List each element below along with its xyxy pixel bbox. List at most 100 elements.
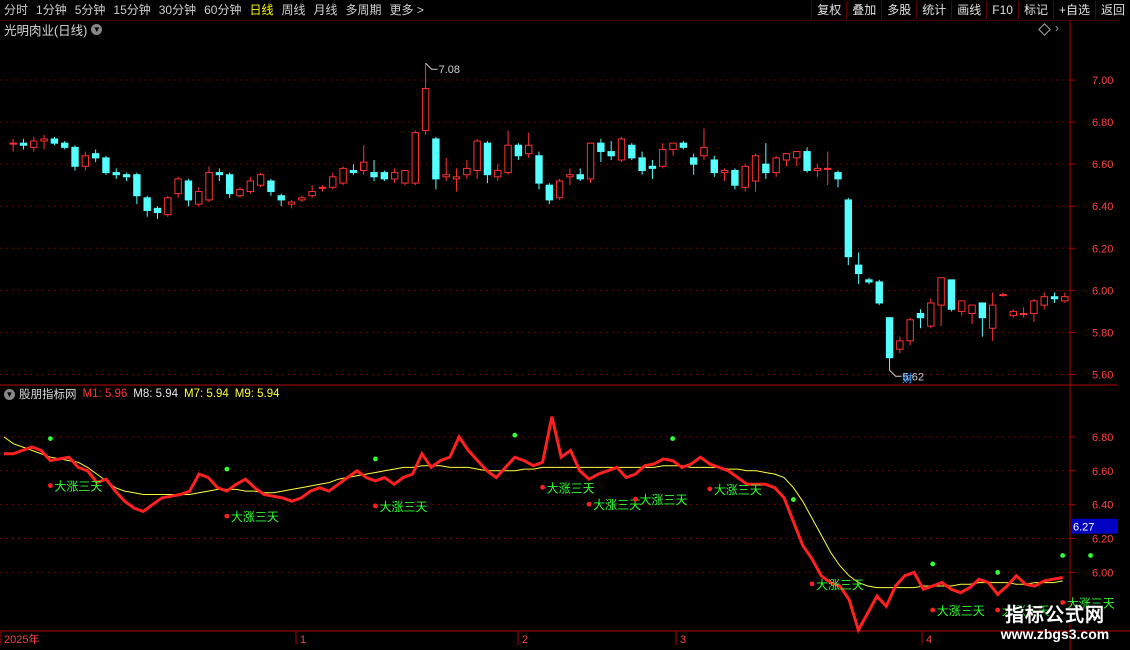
- candle-body: [421, 87, 430, 132]
- candle-body: [824, 167, 832, 170]
- chevron-right-icon[interactable]: ›: [1055, 21, 1059, 35]
- candle-body: [1030, 300, 1038, 314]
- candle-body: [277, 195, 285, 201]
- low-pointer: [889, 369, 902, 377]
- green-dot: [373, 456, 378, 462]
- indicator-bar: ▼ 股朋指标网 M1: 5.96 M8: 5.94 M7: 5.94 M9: 5…: [4, 386, 286, 402]
- candle-body: [617, 138, 626, 161]
- candle-body: [256, 174, 265, 186]
- m8-line: [3, 436, 1063, 589]
- signal-dot: [930, 607, 936, 613]
- candle-body: [195, 191, 203, 205]
- candle-body: [576, 174, 584, 180]
- candle-body: [504, 144, 512, 174]
- indicator-m9: M9: 5.94: [234, 388, 280, 400]
- candle-body: [958, 300, 966, 312]
- signal-label: 大涨三天: [54, 479, 102, 494]
- candle-body: [803, 151, 811, 171]
- x-tick-label: 2025年: [4, 632, 39, 646]
- current-value-label: 6.27: [1073, 522, 1094, 534]
- signal-dot: [633, 496, 638, 502]
- candle-body: [813, 167, 822, 171]
- candle-body: [494, 169, 502, 178]
- x-tick-label: 4: [926, 634, 932, 646]
- signal-label: 大涨三天: [231, 509, 279, 524]
- indicator-m7: M7: 5.94: [184, 388, 229, 400]
- y-tick-label: 5.80: [1092, 327, 1113, 339]
- candle-body: [844, 199, 853, 258]
- candle-body: [174, 178, 182, 195]
- chart-canvas[interactable]: 7.006.806.606.406.206.005.805.607.085.62…: [0, 0, 1130, 650]
- candle-body: [524, 144, 533, 155]
- candle-body: [689, 157, 698, 165]
- chevron-down-icon[interactable]: ▼: [4, 388, 15, 400]
- candle-body: [164, 197, 172, 216]
- stock-title-bar: 光明肉业(日线) ▼: [4, 21, 103, 38]
- candle-body: [473, 140, 481, 171]
- green-dot: [224, 466, 230, 472]
- candle-body: [61, 142, 69, 148]
- green-dot: [1060, 553, 1066, 558]
- candle-body: [659, 148, 667, 167]
- candle-body: [566, 174, 574, 178]
- candle-body: [401, 169, 409, 184]
- candle-body: [71, 146, 79, 167]
- candle-body: [545, 184, 554, 201]
- y-tick-label: 6.80: [1092, 117, 1113, 129]
- candle-body: [927, 302, 935, 327]
- signal-label: 大涨三天: [547, 480, 595, 495]
- candle-body: [875, 281, 883, 304]
- signal-dot: [707, 486, 713, 492]
- signal-label: 大涨三天: [816, 577, 864, 592]
- candle-body: [298, 197, 306, 201]
- candle-body: [1009, 310, 1017, 317]
- indicator-m1: M1: 5.96: [82, 388, 128, 400]
- y-tick-label: 6.40: [1092, 201, 1113, 213]
- y-tick-label: 6.40: [1092, 500, 1113, 512]
- candle-body: [143, 197, 151, 211]
- candle-body: [514, 144, 523, 157]
- candle-body: [380, 172, 389, 180]
- candle-body: [628, 144, 636, 159]
- candle-body: [1061, 296, 1069, 302]
- candle-body: [442, 174, 450, 178]
- candle-body: [40, 138, 48, 142]
- candle-body: [947, 279, 956, 310]
- candle-body: [772, 157, 780, 174]
- candle-body: [432, 138, 440, 180]
- signal-dot: [586, 501, 592, 507]
- candle-body: [700, 146, 708, 157]
- candle-body: [225, 174, 234, 195]
- candle-body: [885, 317, 894, 359]
- candle-body: [308, 191, 316, 197]
- candle-body: [999, 294, 1007, 297]
- candle-body: [1050, 296, 1059, 300]
- high-pointer: [425, 62, 438, 70]
- candle-body: [720, 169, 729, 174]
- watermark-url: www.zbgs3.com: [1000, 626, 1110, 642]
- high-label: 7.08: [439, 64, 460, 76]
- candle-body: [318, 186, 327, 189]
- candle-body: [112, 172, 120, 176]
- candle-body: [762, 163, 770, 174]
- candle-body: [793, 151, 801, 159]
- candle-body: [731, 169, 739, 186]
- signal-label: 大涨三天: [937, 603, 985, 618]
- candle-body: [153, 207, 162, 214]
- candle-body: [215, 172, 224, 176]
- signal-dot: [48, 483, 53, 488]
- chevron-down-icon[interactable]: ▼: [91, 23, 103, 35]
- green-dot: [670, 436, 676, 441]
- candle-body: [452, 176, 461, 180]
- candle-body: [1019, 312, 1028, 315]
- signal-dot: [373, 503, 378, 509]
- candle-body: [607, 151, 615, 157]
- watermark-logo: 指标公式网: [1004, 605, 1105, 626]
- y-tick-label: 5.60: [1092, 369, 1113, 381]
- candle-body: [483, 142, 492, 176]
- candle-body: [906, 319, 914, 342]
- candle-body: [854, 264, 863, 275]
- candle-body: [834, 172, 842, 180]
- indicator-name: 股朋指标网: [19, 389, 77, 401]
- y-tick-label: 6.20: [1092, 243, 1113, 255]
